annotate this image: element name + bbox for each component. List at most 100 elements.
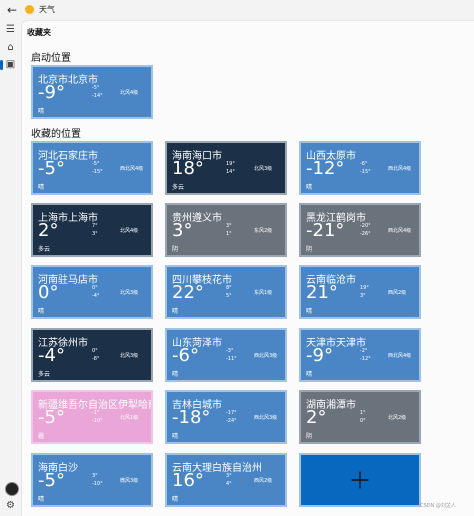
weather-card[interactable]: 江苏徐州市 -4° 0° -8° 北风3级 多云 [31,328,153,382]
weather-card[interactable]: 山西太原市 -12° -6° -15° 西北风4级晴 [299,141,421,195]
home-icon[interactable]: ⌂ [3,40,18,55]
card-wind: 微风3级 [120,478,139,484]
weather-card[interactable]: 贵州遵义市 3° 3° 1° 东风2级阴 [165,203,287,257]
card-condition: 晴 [172,496,179,503]
weather-card[interactable]: 云南临沧市 21° 19° 3° 西风2级晴 [299,265,421,319]
card-temperature: 16° [172,470,204,491]
card-high-temp: 0° [92,285,98,291]
card-temperature: 2° [38,220,59,241]
card-condition: 多云 [38,246,51,253]
card-condition: 晴 [172,308,179,315]
card-wind: 西北风4级 [120,166,144,172]
card-temperature: 2° [306,407,327,428]
card-high-temp: 3° [92,473,98,479]
card-temperature: -4° [38,345,65,366]
card-wind: 北风3级 [120,353,139,359]
card-low-temp: -4° [92,293,100,299]
card-temperature: -18° [172,407,211,428]
card-low-temp: 4° [226,481,232,487]
weather-card[interactable]: 河南驻马店市 0° 0° -4° 北风3级晴 [31,265,153,319]
card-low-temp: 0° [360,418,366,424]
card-condition: 多云 [38,371,51,378]
card-low-temp: -10° [92,481,103,487]
card-condition: 阴 [172,246,179,253]
card-temperature: 18° [172,158,204,179]
card-high-temp: 19° [226,161,235,167]
card-condition: 晴 [306,184,313,191]
card-wind: 西风2级 [388,290,407,296]
card-wind: 西北风4级 [388,353,412,359]
favorites-section-title: 收藏的位置 [31,129,81,140]
card-wind: 西北风4级 [388,228,412,234]
card-wind: 西北风3级 [254,415,278,421]
card-low-temp: 3° [92,231,98,237]
page-title: 收藏夹 [27,28,51,37]
card-wind: 西北风3级 [254,353,278,359]
weather-card[interactable]: 山东菏泽市 -6° -3° -11° 西北风3级晴 [165,328,287,382]
card-condition: 晴 [306,371,313,378]
card-temperature: 22° [172,282,204,303]
avatar[interactable] [5,482,19,496]
card-low-temp: 1° [226,231,232,237]
weather-card[interactable]: 四川攀枝花市 22° 8° 5° 东风1级晴 [165,265,287,319]
card-high-temp: -5° [92,161,100,167]
card-high-temp: -1° [92,410,100,416]
weather-card[interactable]: 海南海口市 18° 19° 14° 北风3级 多云 [165,141,287,195]
nav-rail: ☰ ⌂ ▣ ⚙ [0,20,21,515]
app-title: 天气 [39,5,55,14]
weather-card[interactable]: 黑龙江鹤岗市 -21° -20° -26° 西北风4级阴 [299,203,421,257]
card-temperature: 21° [306,282,338,303]
card-high-temp: 0° [92,348,98,354]
favorites-icon[interactable]: ▣ [3,57,18,72]
weather-card[interactable]: 吉林白城市 -18° -17° -24° 西北风3级晴 [165,390,287,444]
card-low-temp: 14° [226,169,235,175]
card-low-temp: -24° [226,418,237,424]
card-condition: 晴 [38,184,45,191]
card-high-temp: 8° [226,285,232,291]
weather-card[interactable]: 新疆维吾尔自治区伊犁哈萨 -5° -1° -10° 北风1级霾 [31,390,153,444]
weather-card[interactable]: 天津市天津市 -9° -2° -12° 西北风4级晴 [299,328,421,382]
card-low-temp: -10° [92,418,103,424]
card-temperature: 0° [38,282,59,303]
card-high-temp: 19° [360,285,369,291]
add-location-button[interactable] [299,453,421,507]
card-temperature: -12° [306,158,345,179]
card-condition: 多云 [172,184,185,191]
card-low-temp: -15° [360,169,371,175]
hamburger-menu-icon[interactable]: ☰ [3,22,18,37]
title-bar: ← 天气 [0,0,474,20]
weather-card[interactable]: 上海市上海市 2° 7° 3° 北风4级 多云 [31,203,153,257]
card-wind: 北风4级 [120,228,139,234]
card-temperature: -5° [38,470,65,491]
card-condition: 晴 [38,108,45,115]
settings-gear-icon[interactable]: ⚙ [3,498,18,513]
card-wind: 北风4级 [120,90,139,96]
card-high-temp: -3° [226,348,234,354]
card-high-temp: -2° [360,348,368,354]
card-low-temp: -26° [360,231,371,237]
card-wind: 东风2级 [254,228,273,234]
card-high-temp: -20° [360,223,371,229]
weather-card[interactable]: 河北石家庄市 -5° -5° -15° 西北风4级晴 [31,141,153,195]
card-high-temp: -17° [226,410,237,416]
card-temperature: -5° [38,158,65,179]
card-wind: 北风3级 [254,166,273,172]
card-low-temp: -14° [92,93,103,99]
back-arrow-icon[interactable]: ← [4,2,20,18]
card-high-temp: 3° [226,223,232,229]
weather-card[interactable]: 海南白沙 -5° 3° -10° 微风3级晴 [31,453,153,507]
card-temperature: -21° [306,220,345,241]
watermark: CSDN @刘芷人 [420,503,456,509]
card-wind: 西风2级 [254,478,273,484]
card-condition: 晴 [38,496,45,503]
card-temperature: 3° [172,220,193,241]
card-temperature: -6° [172,345,199,366]
weather-card[interactable]: 云南大理白族自治州 16° 3° 4° 西风2级晴 [165,453,287,507]
card-temperature: -9° [306,345,333,366]
favorites-page: 收藏夹 启动位置 收藏的位置 北京市北京市 -9° -5° -14° 北风4级晴河北石家… [21,20,474,516]
card-high-temp: -5° [92,85,100,91]
card-wind: 北风2级 [388,415,407,421]
weather-card[interactable]: 湖南湘潭市 2° 1° 0° 北风2级阴 [299,390,421,444]
card-temperature: -5° [38,407,65,428]
weather-card[interactable]: 北京市北京市 -9° -5° -14° 北风4级晴 [31,65,153,119]
